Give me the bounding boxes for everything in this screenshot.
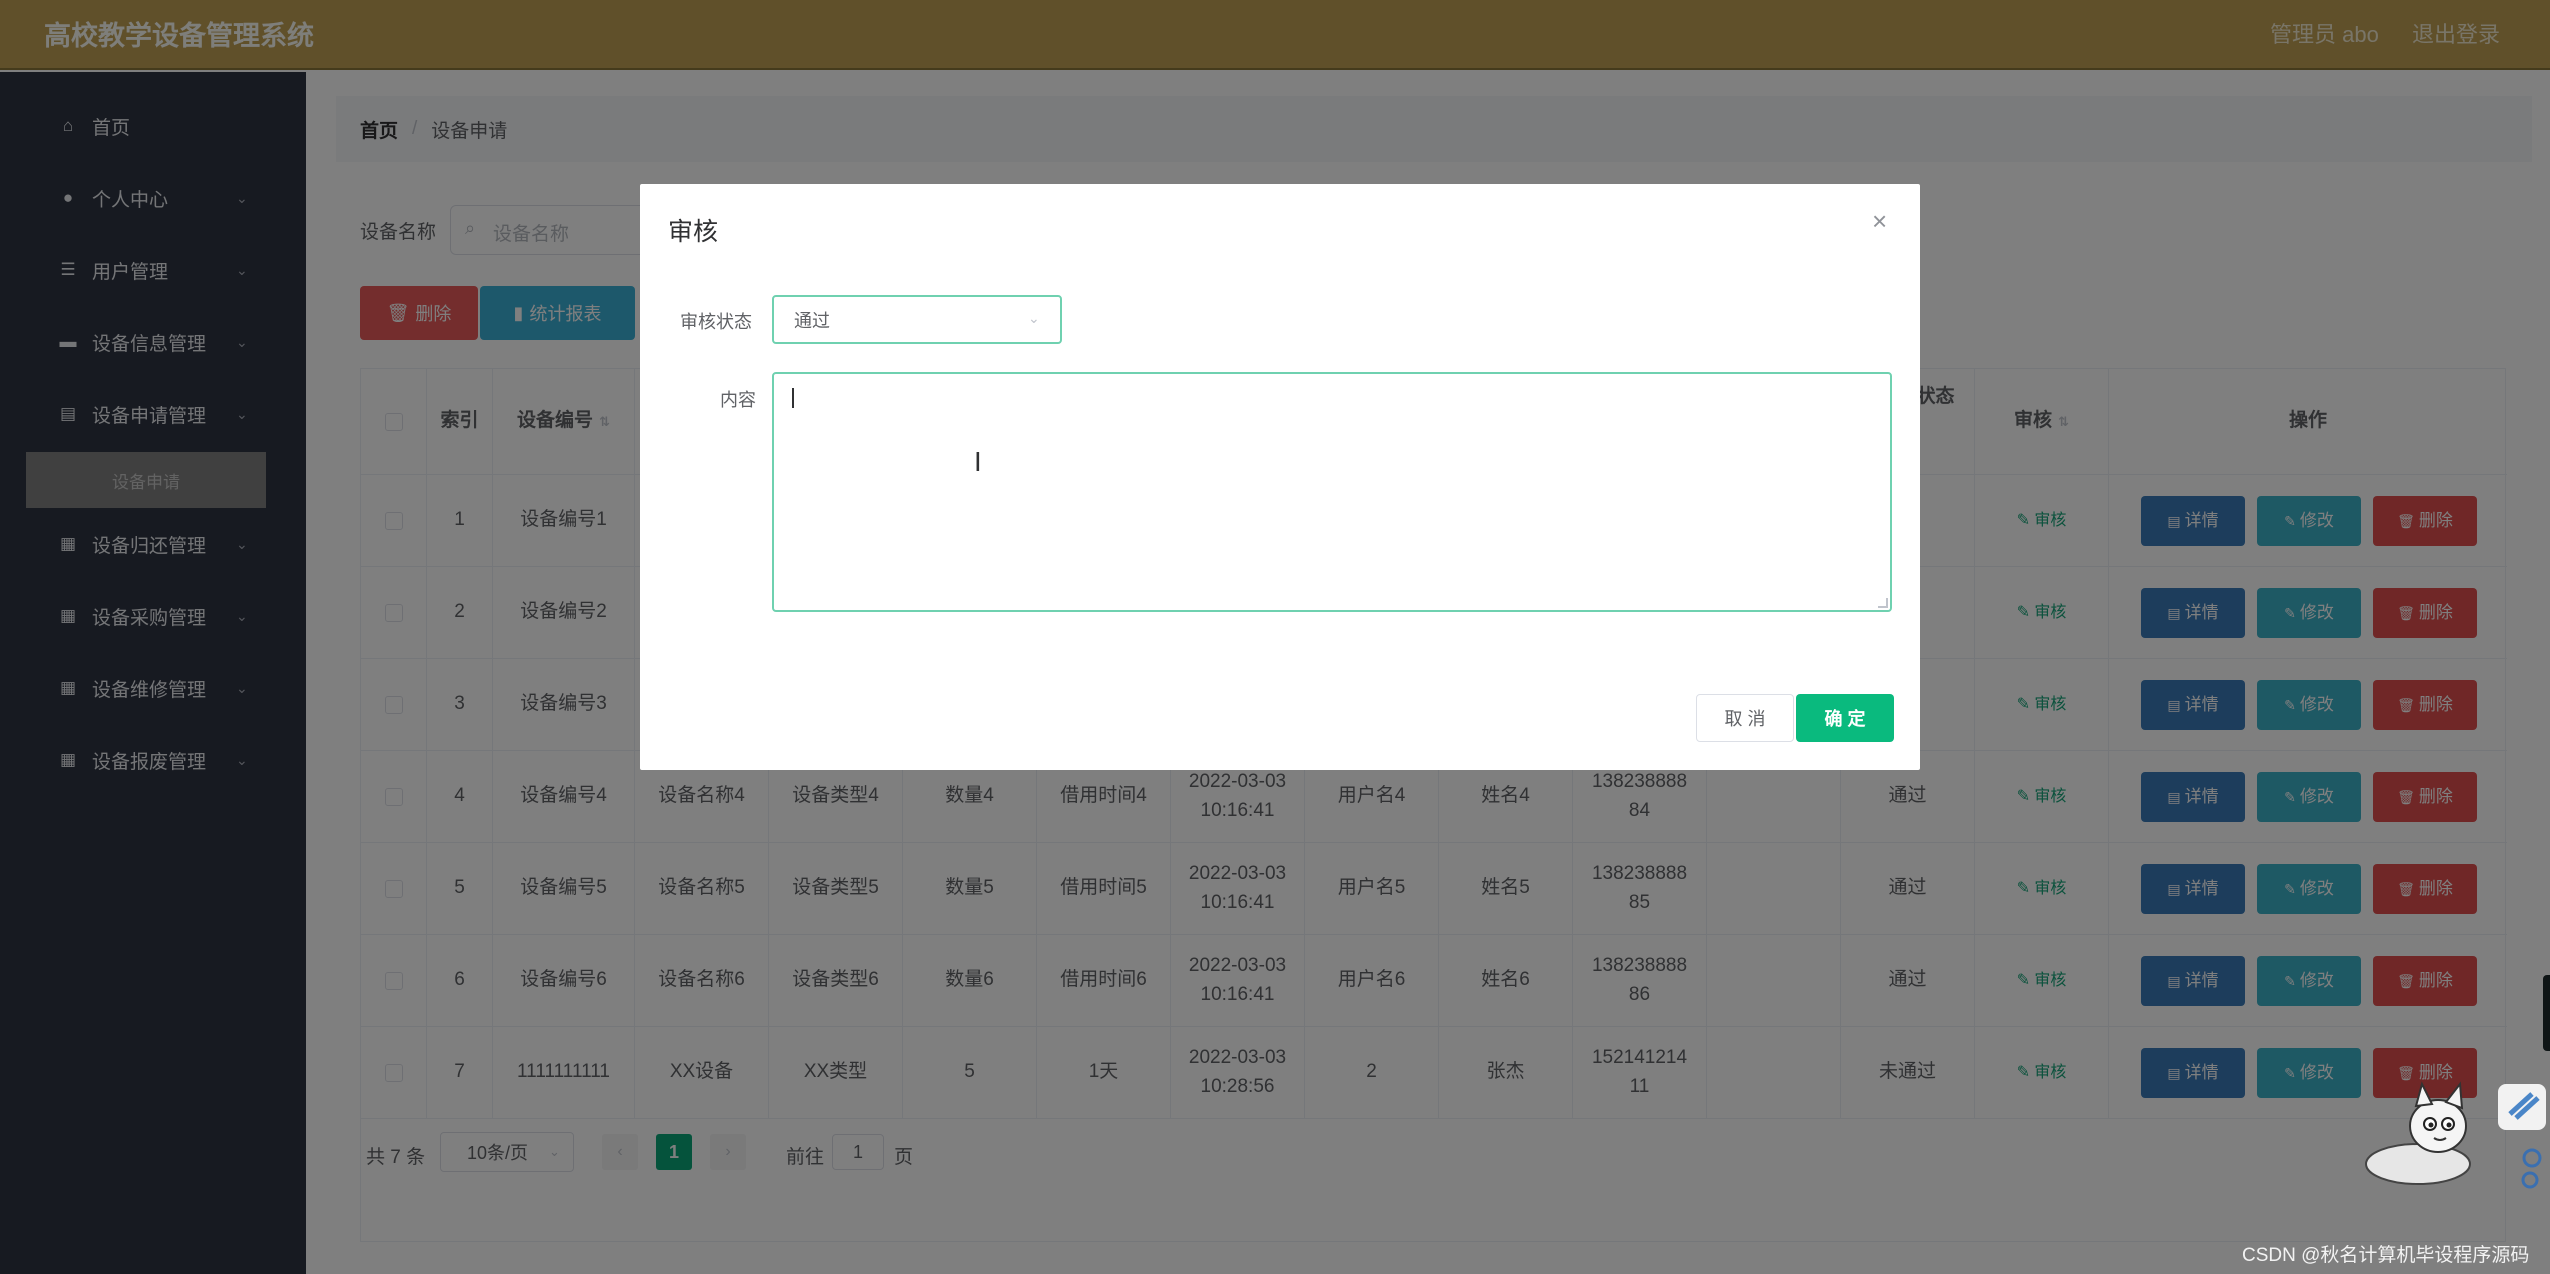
csdn-watermark: CSDN @秋名计算机毕设程序源码 [2242, 1245, 2530, 1266]
chevron-down-icon: ⌄ [1028, 310, 1040, 326]
close-icon[interactable]: × [1872, 206, 1887, 237]
cancel-button[interactable]: 取 消 [1696, 694, 1794, 742]
audit-dialog: 审核 × 审核状态 通过 ⌄ 内容 I 取 消 确 定 [640, 184, 1920, 770]
audit-status-label: 审核状态 [680, 312, 752, 332]
ibeam-cursor-icon: I [974, 448, 982, 478]
text-caret [792, 388, 794, 408]
resize-handle-icon[interactable] [1878, 598, 1888, 608]
content-textarea[interactable]: I [772, 372, 1892, 612]
content-label: 内容 [720, 390, 756, 410]
audit-status-value: 通过 [794, 310, 830, 331]
dialog-title: 审核 [668, 218, 719, 246]
audit-status-select[interactable]: 通过 ⌄ [772, 295, 1062, 344]
confirm-button[interactable]: 确 定 [1796, 694, 1894, 742]
cat-mascot-icon [2365, 1081, 2546, 1189]
